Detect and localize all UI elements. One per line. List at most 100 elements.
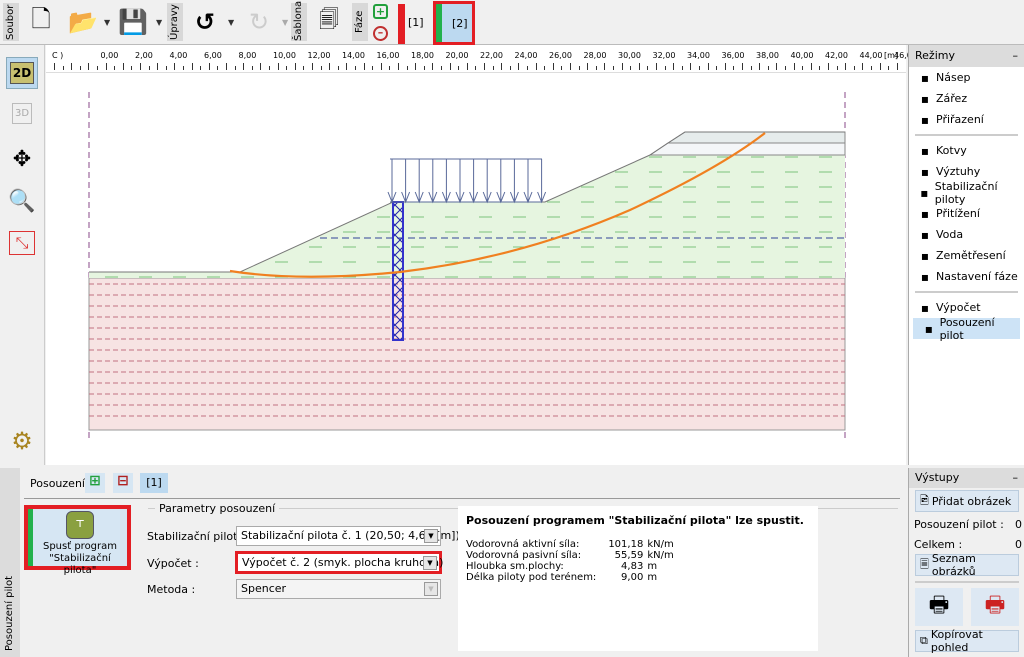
zoom-icon[interactable]: 🔍 bbox=[6, 185, 38, 217]
assessment-tab-1[interactable]: [1] bbox=[140, 473, 168, 493]
analysis-label: Výpočet : bbox=[147, 557, 199, 570]
ruler-tick-label: 40,00 bbox=[790, 51, 814, 60]
mode-label: Voda bbox=[936, 228, 964, 241]
mode-anchor[interactable]: ▪ Kotvy bbox=[909, 140, 1024, 161]
copy-view-button[interactable]: ⧉ Kopírovat pohled bbox=[915, 628, 1019, 654]
mode-phase-settings[interactable]: ▪ Nastavení fáze bbox=[909, 266, 1024, 287]
mode-surcharge[interactable]: ▪ Přitížení bbox=[909, 203, 1024, 224]
phase-tab-2[interactable]: [2] bbox=[433, 1, 475, 45]
chevron-down-icon[interactable]: ▼ bbox=[156, 18, 162, 27]
surcharge-icon: ▪ bbox=[920, 206, 930, 221]
mode-cut[interactable]: ▪ Zářez bbox=[909, 88, 1024, 109]
result-unit: kN/m bbox=[647, 539, 674, 550]
pile-check-icon: ▪ bbox=[924, 321, 933, 336]
undo-icon[interactable]: ↺ bbox=[188, 4, 222, 40]
outputs-title: Výstupy bbox=[915, 471, 960, 484]
chevron-down-icon: ▼ bbox=[424, 582, 438, 596]
mode-label: Výpočet bbox=[936, 301, 981, 314]
copy-view-icon: ⧉ bbox=[920, 634, 928, 647]
earthquake-icon: ▪ bbox=[920, 248, 930, 263]
result-value: 55,59 bbox=[614, 550, 644, 561]
results-panel: Posouzení programem "Stabilizační pilota… bbox=[458, 506, 818, 651]
mode-label: Násep bbox=[936, 71, 971, 84]
print-pdf-icon[interactable]: 🖶 bbox=[971, 588, 1019, 626]
result-row: Hloubka sm.plochy: 4,83 m bbox=[466, 561, 678, 572]
ruler-tick-label: 16,00 bbox=[376, 51, 400, 60]
pile-select[interactable]: Stabilizační pilota č. 1 (20,50; 4,66 [m… bbox=[236, 526, 460, 546]
save-icon[interactable]: 💾 bbox=[116, 4, 150, 40]
mode-pile[interactable]: ▪ Stabilizační piloty bbox=[909, 180, 1024, 206]
result-label: Vodorovná pasivní síla: bbox=[466, 550, 582, 561]
ruler-tick-label: 22,00 bbox=[480, 51, 503, 60]
add-assessment-icon[interactable]: ⊞ bbox=[85, 473, 105, 493]
ruler-tick-label: 10,00 bbox=[273, 51, 296, 60]
chevron-down-icon: ▼ bbox=[423, 556, 437, 570]
total-count-label: Celkem : bbox=[914, 538, 963, 551]
mode-label: Zářez bbox=[936, 92, 968, 105]
modes-title: Režimy bbox=[915, 49, 955, 62]
add-picture-button[interactable]: 🖻 Přidat obrázek bbox=[915, 490, 1019, 512]
result-value: 9,00 bbox=[621, 572, 644, 583]
pile-check-count: 0 bbox=[1015, 518, 1022, 531]
collapse-button[interactable]: – bbox=[1013, 49, 1019, 63]
print-icon[interactable]: 🖶 bbox=[915, 588, 963, 626]
ruler-tick-label: 12,00 bbox=[307, 51, 331, 60]
view-2d-button[interactable]: 2D bbox=[6, 57, 38, 89]
group-title: Parametry posouzení bbox=[155, 502, 280, 515]
drawing-canvas[interactable] bbox=[46, 45, 906, 465]
load-arrow bbox=[496, 159, 506, 204]
result-row: Vodorovná pasivní síla: 55,59 kN/m bbox=[466, 550, 678, 561]
analysis-select[interactable]: Výpočet č. 2 (smyk. plocha kruhová) ▼ bbox=[235, 551, 443, 574]
file-menu[interactable]: Soubor bbox=[3, 3, 19, 41]
soil-layer-red bbox=[88, 277, 846, 431]
picture-list-icon: 🗏 bbox=[920, 557, 929, 571]
load-arrow bbox=[482, 159, 492, 204]
add-phase-icon[interactable]: + bbox=[373, 4, 388, 19]
edit-menu[interactable]: Úpravy bbox=[167, 3, 183, 41]
mode-earthquake[interactable]: ▪ Zemětřesení bbox=[909, 245, 1024, 266]
redo-icon[interactable]: ↻ bbox=[242, 4, 276, 40]
chevron-down-icon[interactable]: ▼ bbox=[228, 18, 234, 27]
pile-icon: ▪ bbox=[920, 185, 929, 200]
soil-layer-top bbox=[666, 131, 846, 144]
ruler-tick-label: 38,00 bbox=[756, 51, 779, 60]
mode-assign[interactable]: ▪ Přiřazení bbox=[909, 109, 1024, 130]
view-3d-button[interactable]: 3D bbox=[6, 97, 38, 129]
phase-tab-1[interactable]: [1] bbox=[408, 16, 432, 29]
ruler-tick-label: 24,00 bbox=[514, 51, 538, 60]
load-arrow bbox=[455, 159, 465, 204]
ruler-tick-label: 28,00 bbox=[583, 51, 607, 60]
results-headline: Posouzení programem "Stabilizační pilota… bbox=[466, 514, 804, 527]
ruler-tick-label: 4,00 bbox=[169, 51, 188, 60]
mode-embankment[interactable]: ▪ Násep bbox=[909, 67, 1024, 88]
remove-assessment-icon[interactable]: ⊟ bbox=[113, 473, 133, 493]
remove-phase-icon[interactable]: – bbox=[373, 26, 388, 41]
ruler-tick-label: 8,00 bbox=[238, 51, 257, 60]
chevron-down-icon[interactable]: ▼ bbox=[104, 18, 110, 27]
outputs-panel: Výstupy – 🖻 Přidat obrázek Posouzení pilot… bbox=[908, 468, 1024, 657]
mode-label: Výztuhy bbox=[936, 165, 981, 178]
picture-list-button[interactable]: 🗏 Seznam obrázků bbox=[915, 552, 1019, 578]
result-value: 101,18 bbox=[608, 539, 644, 550]
load-arrow bbox=[537, 159, 547, 204]
template-menu[interactable]: Šablona bbox=[291, 1, 307, 41]
collapse-button[interactable]: – bbox=[1013, 471, 1019, 485]
side-tab-pile-check[interactable]: Posouzení pilot bbox=[0, 468, 20, 657]
ruler-tick-label: 6,00 bbox=[204, 51, 222, 60]
phase-menu[interactable]: Fáze bbox=[352, 3, 368, 41]
open-folder-icon[interactable]: 📂 bbox=[66, 4, 100, 40]
new-file-icon[interactable]: 🗋 bbox=[24, 4, 58, 40]
move-icon[interactable]: ✥ bbox=[6, 143, 38, 175]
ruler-tick-label: 0,00 bbox=[100, 51, 119, 60]
mode-water[interactable]: ▪ Voda bbox=[909, 224, 1024, 245]
zoom-extents-icon[interactable]: ⤡ bbox=[9, 231, 35, 255]
mode-label: Kotvy bbox=[936, 144, 967, 157]
method-select[interactable]: Spencer ▼ bbox=[236, 579, 441, 599]
settings-gear-icon[interactable]: ⚙ bbox=[6, 425, 38, 457]
run-stabilization-pile-button[interactable]: ⊤ Spusť program "Stabilizační pilota" bbox=[24, 505, 131, 576]
mode-pile-check[interactable]: ▪ Posouzení pilot bbox=[913, 316, 1020, 342]
method-label: Metoda : bbox=[147, 583, 196, 596]
chevron-down-icon[interactable]: ▼ bbox=[282, 18, 288, 27]
reinforcement-icon: ▪ bbox=[920, 164, 930, 179]
template-icon[interactable]: 🗐 bbox=[312, 4, 346, 40]
